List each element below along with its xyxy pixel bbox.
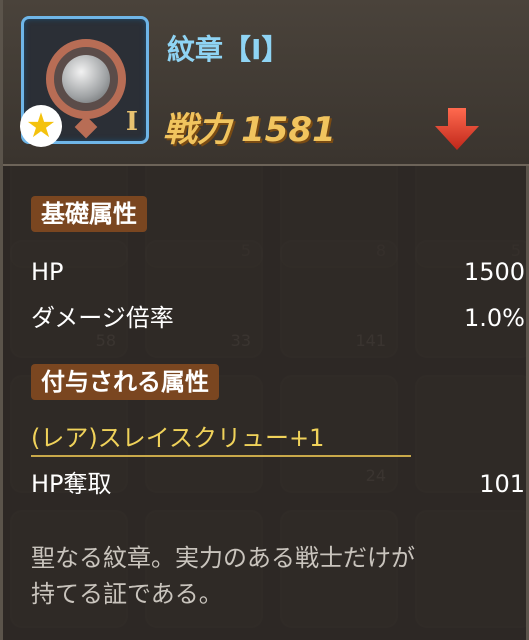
crest-gem — [62, 55, 110, 103]
stat-label: HP — [31, 258, 64, 286]
stat-row-damage-multiplier: ダメージ倍率 1.0% — [31, 300, 525, 336]
stat-label: HP奪取 — [31, 470, 112, 498]
bonus-attributes-title: 付与される属性 — [31, 364, 219, 400]
item-header: ★ I 紋章【Ⅰ】 戦力 1581 — [3, 0, 529, 166]
item-name: 紋章【Ⅰ】 — [167, 33, 290, 66]
stat-value: 1.0% — [464, 304, 525, 332]
stat-row-hp-drain: HP奪取 101 — [31, 466, 525, 502]
item-tier: I — [125, 107, 138, 137]
item-description: 聖なる紋章。実力のある戦士だけが 持てる証である。 — [31, 540, 521, 612]
power-label: 戦力 — [163, 110, 231, 150]
crest-point — [74, 115, 98, 139]
basic-attributes-title: 基礎属性 — [31, 196, 147, 232]
item-detail-panel: ★ I 紋章【Ⅰ】 戦力 1581 基礎属性 HP 1500 ダメージ倍率 1.0… — [0, 0, 529, 640]
power-value: 1581 — [241, 110, 336, 150]
stat-label: ダメージ倍率 — [31, 304, 174, 332]
combat-power: 戦力 1581 — [163, 102, 336, 151]
power-down-arrow-icon — [435, 108, 479, 150]
star-icon: ★ — [20, 105, 62, 147]
stat-row-hp: HP 1500 — [31, 254, 525, 290]
bonus-attribute-name: (レア)スレイスクリュー+1 — [31, 419, 411, 457]
description-line: 持てる証である。 — [31, 580, 223, 608]
stat-value: 1500 — [463, 258, 525, 286]
item-icon[interactable]: ★ I — [20, 16, 149, 147]
description-line: 聖なる紋章。実力のある戦士だけが — [31, 544, 415, 572]
stat-value: 101 — [479, 470, 525, 498]
